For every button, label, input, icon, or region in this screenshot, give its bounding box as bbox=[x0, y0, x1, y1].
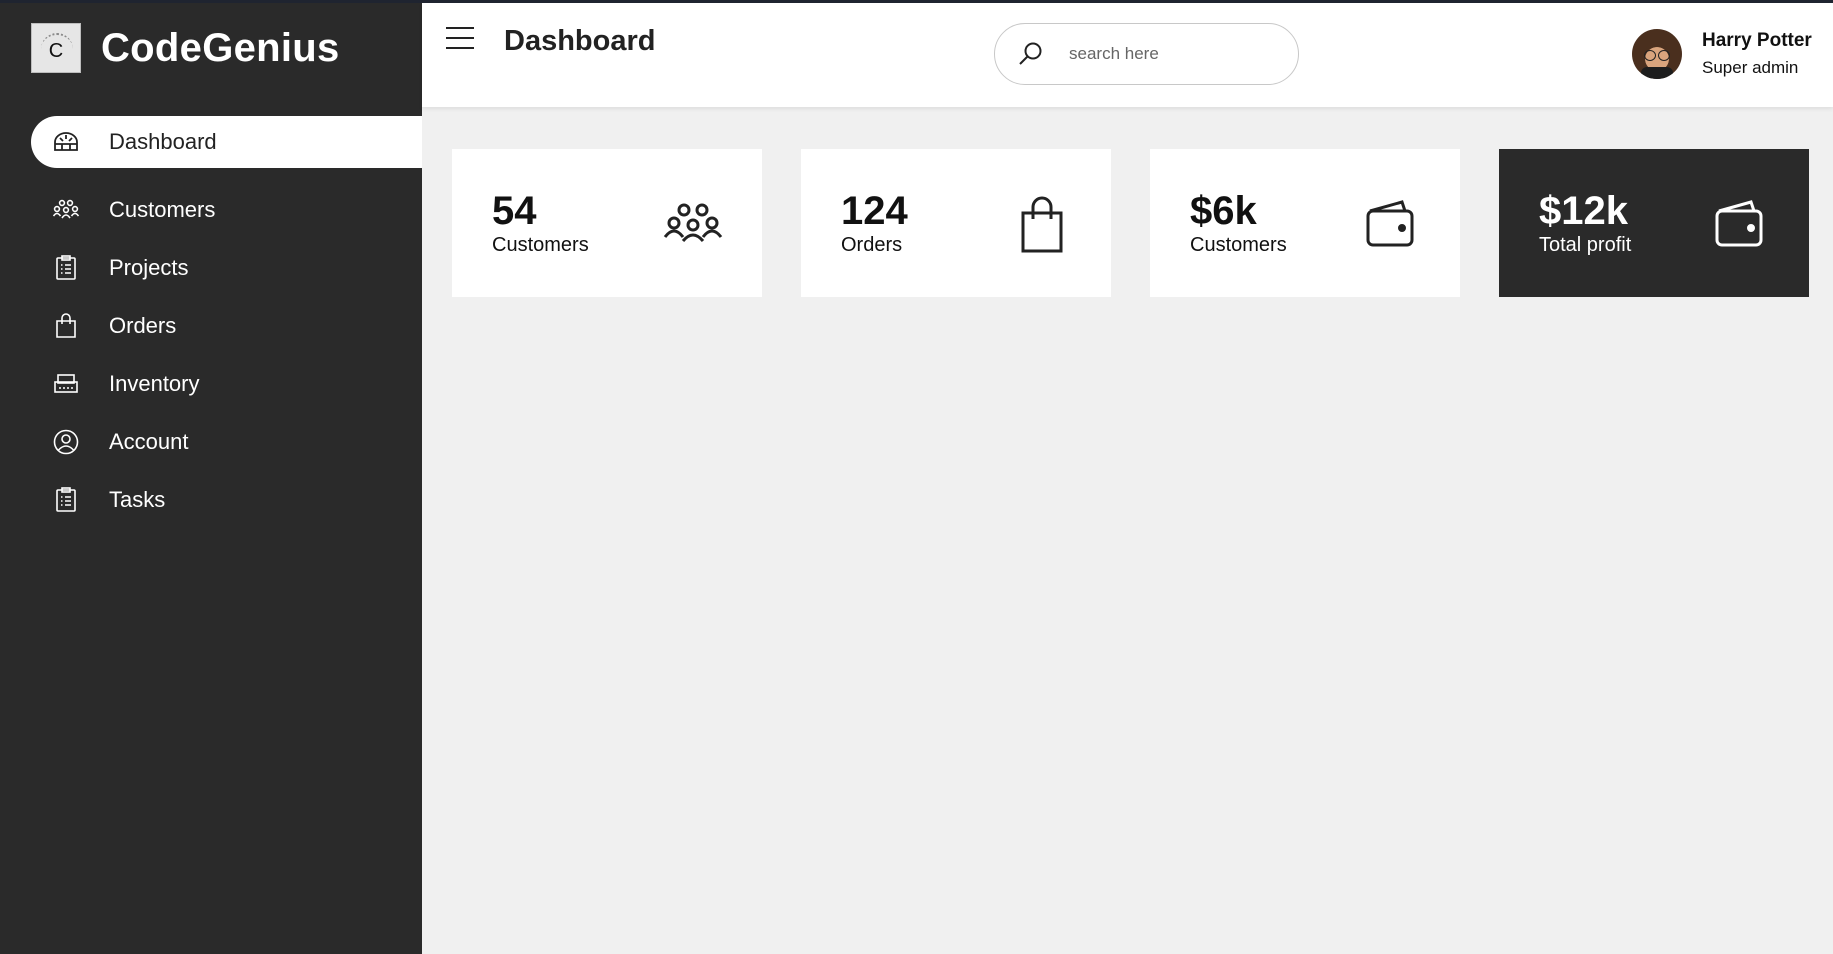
sidebar-item-tasks[interactable]: Tasks bbox=[31, 474, 422, 526]
page-title: Dashboard bbox=[504, 25, 656, 57]
hamburger-line bbox=[446, 27, 474, 29]
wallet-icon bbox=[1709, 193, 1771, 255]
brand[interactable]: C CodeGenius bbox=[31, 23, 340, 73]
sidebar-item-label: Tasks bbox=[109, 487, 166, 512]
bag-icon bbox=[53, 313, 79, 339]
sidebar-item-account[interactable]: Account bbox=[31, 416, 422, 468]
user-circle-icon bbox=[53, 429, 79, 455]
avatar[interactable] bbox=[1632, 29, 1682, 79]
search-box[interactable] bbox=[994, 23, 1299, 85]
sidebar-item-dashboard[interactable]: Dashboard bbox=[31, 116, 422, 168]
stat-label: Customers bbox=[492, 234, 589, 256]
user-name: Harry Potter bbox=[1702, 30, 1812, 51]
inventory-icon bbox=[53, 371, 79, 397]
stat-label: Total profit bbox=[1539, 234, 1632, 256]
brand-logo: C bbox=[31, 23, 81, 73]
sidebar-item-customers[interactable]: Customers bbox=[31, 184, 422, 236]
stat-card-revenue[interactable]: $6k Customers bbox=[1150, 149, 1460, 297]
avatar-collar bbox=[1641, 67, 1673, 79]
sidebar-item-inventory[interactable]: Inventory bbox=[31, 358, 422, 410]
user-info: Harry Potter Super admin bbox=[1702, 30, 1812, 78]
top-header: Dashboard Harry Potter Super admin bbox=[422, 3, 1833, 107]
stat-value: 54 bbox=[492, 189, 537, 233]
hamburger-line bbox=[446, 47, 474, 49]
stat-value: $6k bbox=[1190, 189, 1257, 233]
stat-value: $12k bbox=[1539, 189, 1628, 233]
sidebar-item-label: Inventory bbox=[109, 371, 200, 396]
clipboard-icon bbox=[53, 255, 79, 281]
stat-card-total-profit[interactable]: $12k Total profit bbox=[1499, 149, 1809, 297]
sidebar-item-orders[interactable]: Orders bbox=[31, 300, 422, 352]
sidebar-item-projects[interactable]: Projects bbox=[31, 242, 422, 294]
people-icon bbox=[662, 193, 724, 255]
sidebar-item-label: Orders bbox=[109, 313, 177, 338]
wallet-icon bbox=[1360, 193, 1422, 255]
top-border bbox=[0, 0, 1833, 3]
stat-label: Orders bbox=[841, 234, 903, 256]
hamburger-line bbox=[446, 37, 474, 39]
people-icon bbox=[53, 197, 79, 223]
dashboard-icon bbox=[53, 129, 79, 155]
search-icon[interactable] bbox=[1017, 40, 1045, 68]
stat-label: Customers bbox=[1190, 234, 1287, 256]
stat-card-customers[interactable]: 54 Customers bbox=[452, 149, 762, 297]
user-role: Super admin bbox=[1702, 58, 1799, 77]
menu-toggle-button[interactable] bbox=[446, 27, 474, 51]
bag-icon bbox=[1011, 193, 1073, 255]
stat-value: 124 bbox=[841, 189, 908, 233]
search-input[interactable] bbox=[1069, 44, 1269, 64]
sidebar: C CodeGenius Dashboard Customers Project… bbox=[0, 0, 422, 954]
brand-name: CodeGenius bbox=[101, 25, 340, 70]
user-profile[interactable]: Harry Potter Super admin bbox=[1632, 29, 1812, 79]
sidebar-item-label: Projects bbox=[109, 255, 189, 280]
clipboard-icon bbox=[53, 487, 79, 513]
sidebar-item-label: Customers bbox=[109, 197, 216, 222]
stat-card-orders[interactable]: 124 Orders bbox=[801, 149, 1111, 297]
avatar-glasses bbox=[1644, 50, 1670, 61]
logo-dots bbox=[41, 33, 73, 49]
sidebar-item-label: Account bbox=[109, 429, 189, 454]
sidebar-item-label: Dashboard bbox=[109, 129, 217, 154]
